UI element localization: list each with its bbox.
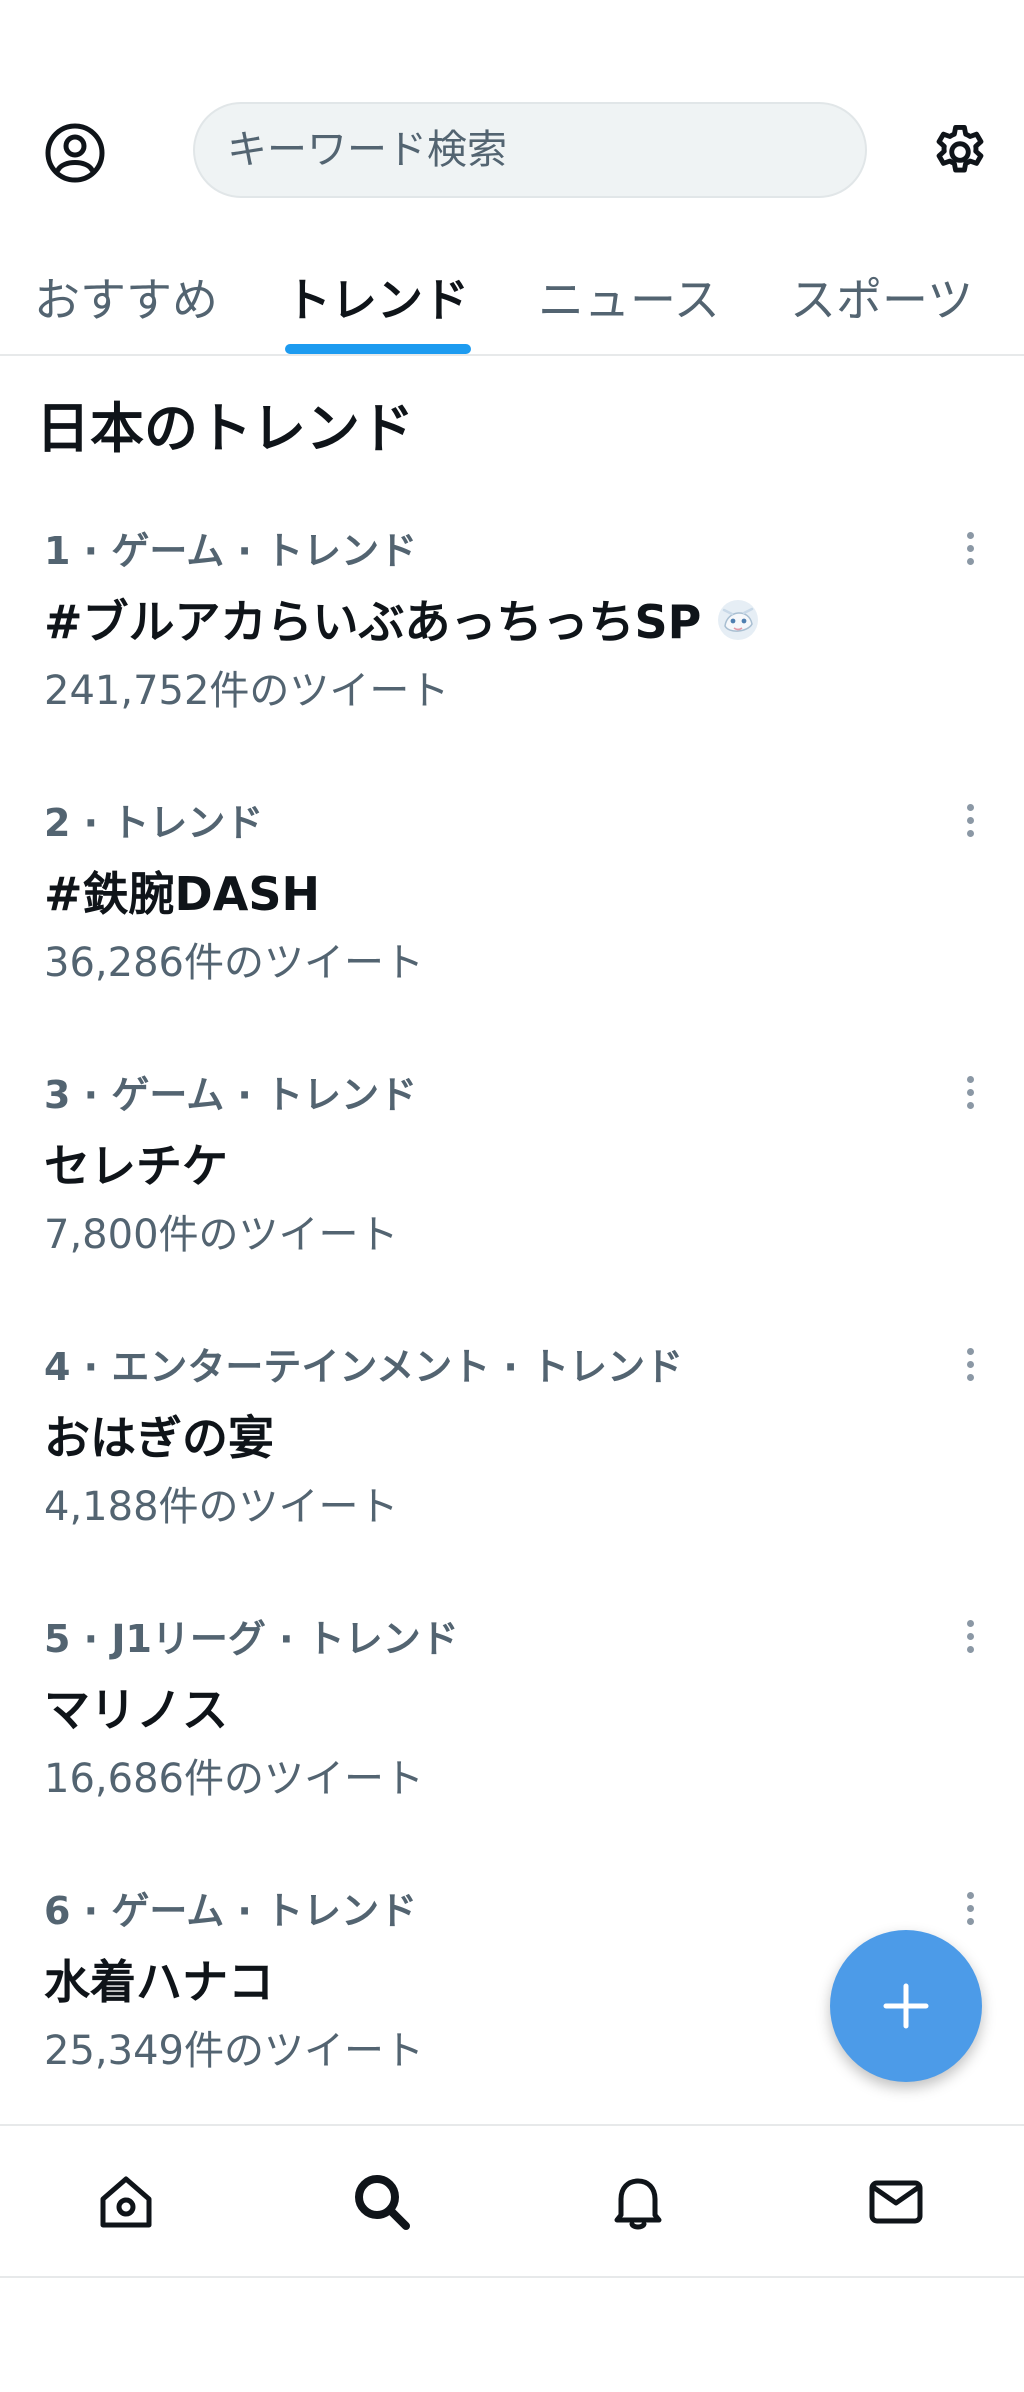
trend-meta: 5 · J1リーグ · トレンド <box>44 1617 459 1661</box>
bell-icon <box>614 2178 662 2230</box>
bottom-nav <box>0 2124 1024 2278</box>
trend-item[interactable]: 3 · ゲーム · トレンド セレチケ 7,800件のツイート <box>0 1064 1024 1336</box>
trend-count: 4,188件のツイート <box>44 1484 399 1530</box>
search-icon <box>355 2175 410 2230</box>
dot-icon <box>966 1101 974 1109</box>
trend-count: 7,800件のツイート <box>44 1212 399 1258</box>
active-tab-indicator <box>285 344 471 354</box>
settings-button[interactable] <box>920 112 1000 192</box>
tab-sports[interactable]: スポーツ <box>790 250 973 356</box>
dot-icon <box>966 1373 974 1381</box>
more-options-button[interactable] <box>954 520 986 576</box>
tab-trends[interactable]: トレンド <box>285 250 469 356</box>
dot-icon <box>966 1904 974 1912</box>
more-options-button[interactable] <box>954 1608 986 1664</box>
plus-icon <box>883 1983 929 2029</box>
trend-item[interactable]: 2 · トレンド #鉄腕DASH 36,286件のツイート <box>0 792 1024 1064</box>
gear-icon <box>936 125 984 173</box>
dot-icon <box>966 1075 974 1083</box>
dot-icon <box>966 1347 974 1355</box>
dot-icon <box>966 803 974 811</box>
dot-icon <box>966 816 974 824</box>
trend-name: #鉄腕DASH <box>44 867 320 921</box>
tab-news[interactable]: ニュース <box>538 250 720 356</box>
dot-icon <box>966 1088 974 1096</box>
dot-icon <box>966 1645 974 1653</box>
dot-icon <box>966 544 974 552</box>
trend-name-text: #ブルアカらいぶあっちっちSP <box>44 595 702 649</box>
home-icon <box>100 2176 152 2228</box>
trend-name: 水着ハナコ <box>44 1955 274 2009</box>
trend-meta: 2 · トレンド <box>44 801 264 845</box>
profile-icon <box>45 123 105 183</box>
more-options-button[interactable] <box>954 792 986 848</box>
dot-icon <box>966 1632 974 1640</box>
trend-meta: 1 · ゲーム · トレンド <box>44 529 418 573</box>
compose-button[interactable] <box>830 1930 982 2082</box>
nav-notifications[interactable] <box>598 2162 678 2242</box>
search-bar[interactable] <box>193 102 867 198</box>
dot-icon <box>966 1360 974 1368</box>
dot-icon <box>966 1891 974 1899</box>
dot-icon <box>966 557 974 565</box>
mail-icon <box>869 2180 923 2224</box>
dot-icon <box>966 1619 974 1627</box>
trend-item[interactable]: 5 · J1リーグ · トレンド マリノス 16,686件のツイート <box>0 1608 1024 1880</box>
dot-icon <box>966 1917 974 1925</box>
tab-recommended[interactable]: おすすめ <box>34 250 218 356</box>
explore-screen: おすすめ トレンド ニュース スポーツ 日本のトレンド 1 · ゲーム · トレ… <box>0 0 1024 2392</box>
trend-count: 36,286件のツイート <box>44 940 424 986</box>
search-input[interactable] <box>227 127 865 173</box>
more-options-button[interactable] <box>954 1880 986 1936</box>
profile-button[interactable] <box>38 116 112 190</box>
more-options-button[interactable] <box>954 1064 986 1120</box>
trend-count: 241,752件のツイート <box>44 668 450 714</box>
more-options-button[interactable] <box>954 1336 986 1392</box>
nav-home[interactable] <box>86 2162 166 2242</box>
trend-meta: 4 · エンターテインメント · トレンド <box>44 1345 684 1389</box>
trend-name: #ブルアカらいぶあっちっちSP <box>44 586 761 652</box>
dot-icon <box>966 829 974 837</box>
dot-icon <box>966 531 974 539</box>
nav-messages[interactable] <box>856 2162 936 2242</box>
section-title: 日本のトレンド <box>36 397 414 460</box>
trend-item[interactable]: 4 · エンターテインメント · トレンド おはぎの宴 4,188件のツイート <box>0 1336 1024 1608</box>
tab-bar: おすすめ トレンド ニュース スポーツ <box>0 250 1024 356</box>
trend-name: セレチケ <box>44 1139 228 1193</box>
trend-count: 25,349件のツイート <box>44 2028 424 2074</box>
hashflag-icon <box>718 600 759 640</box>
trend-name: おはぎの宴 <box>44 1411 274 1465</box>
trend-meta: 6 · ゲーム · トレンド <box>44 1889 418 1933</box>
trend-name: マリノス <box>44 1683 228 1737</box>
top-header <box>0 0 1024 200</box>
trend-count: 16,686件のツイート <box>44 1756 424 1802</box>
trend-meta: 3 · ゲーム · トレンド <box>44 1073 418 1117</box>
nav-search[interactable] <box>342 2162 422 2242</box>
trend-item[interactable]: 1 · ゲーム · トレンド #ブルアカらいぶあっちっちSP 241,752件の… <box>0 520 1024 792</box>
